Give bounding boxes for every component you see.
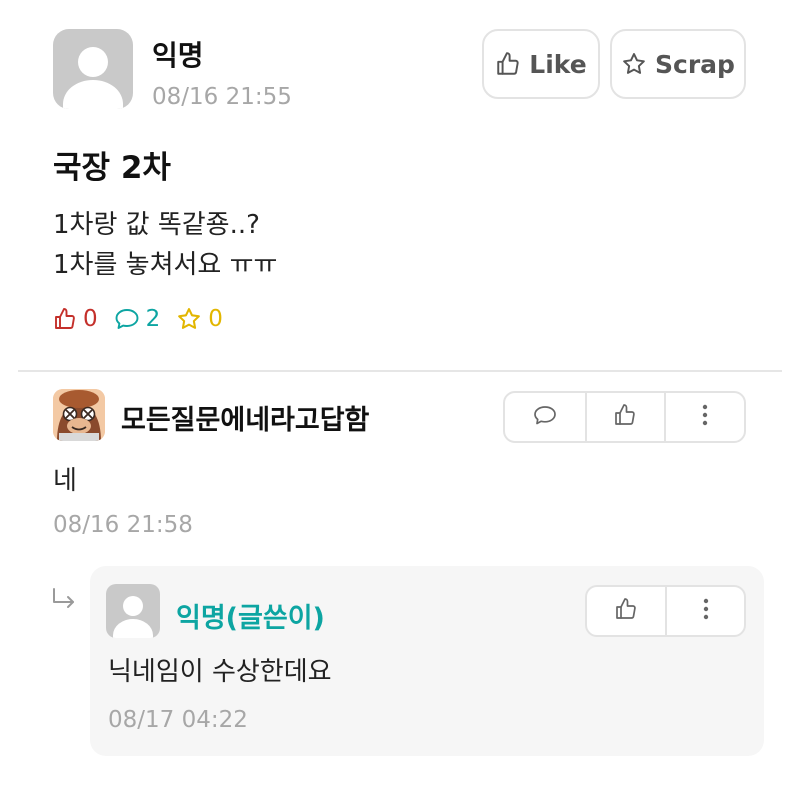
reply-arrow-icon: [49, 586, 79, 616]
star-icon: [621, 51, 647, 77]
comment-like-button[interactable]: [584, 393, 665, 441]
like-button[interactable]: Like: [482, 29, 600, 99]
scrap-button[interactable]: Scrap: [610, 29, 746, 99]
thumbs-up-icon: [613, 403, 637, 431]
reply-action-group: [585, 585, 746, 637]
comment-bubble-icon: [532, 403, 558, 431]
scrap-button-label: Scrap: [655, 49, 735, 79]
like-count-value: 0: [83, 306, 98, 332]
post-title: 국장 2차: [53, 150, 171, 186]
comment-more-button[interactable]: [664, 393, 744, 441]
comment-author-name: 모든질문에네라고답함: [121, 405, 370, 436]
post-body-line: 1차랑 값 똑같죵..?: [53, 210, 260, 240]
post-date: 08/16 21:55: [152, 84, 292, 110]
post-body: 1차랑 값 똑같죵..? 1차를 놓쳐서요 ㅠㅠ: [53, 205, 277, 285]
comment-count-value: 2: [145, 306, 161, 332]
reply-more-button[interactable]: [665, 587, 744, 635]
thumbs-up-icon: [614, 597, 638, 625]
post-author-avatar: [53, 29, 133, 109]
post-body-line: 1차를 놓쳐서요 ㅠㅠ: [53, 250, 278, 280]
comment-text: 네: [53, 466, 77, 496]
divider: [18, 370, 782, 372]
post-stats: 0 2 0: [53, 302, 239, 336]
more-vertical-icon: [702, 597, 710, 625]
scrap-count-value: 0: [208, 306, 223, 332]
like-count: 0: [53, 306, 98, 332]
thumbs-up-icon: [53, 307, 77, 331]
scrap-count: 0: [176, 306, 223, 332]
comment-date: 08/16 21:58: [53, 512, 193, 538]
reply-author-name: 익명(글쓴이): [176, 603, 325, 634]
comment-action-group: [503, 391, 746, 443]
reply-like-button[interactable]: [587, 587, 665, 635]
comment-count: 2: [114, 306, 161, 332]
more-vertical-icon: [701, 403, 709, 431]
like-button-label: Like: [529, 49, 587, 79]
reply-author-avatar: [106, 584, 160, 638]
reply-date: 08/17 04:22: [108, 707, 248, 733]
star-icon: [176, 306, 202, 332]
comment-bubble-icon: [114, 307, 140, 331]
reply-button[interactable]: [505, 393, 585, 441]
thumbs-up-icon: [495, 51, 521, 77]
post-author-name: 익명: [152, 39, 204, 72]
reply-text: 닉네임이 수상한데요: [108, 657, 332, 687]
comment-author-avatar: [53, 389, 105, 441]
